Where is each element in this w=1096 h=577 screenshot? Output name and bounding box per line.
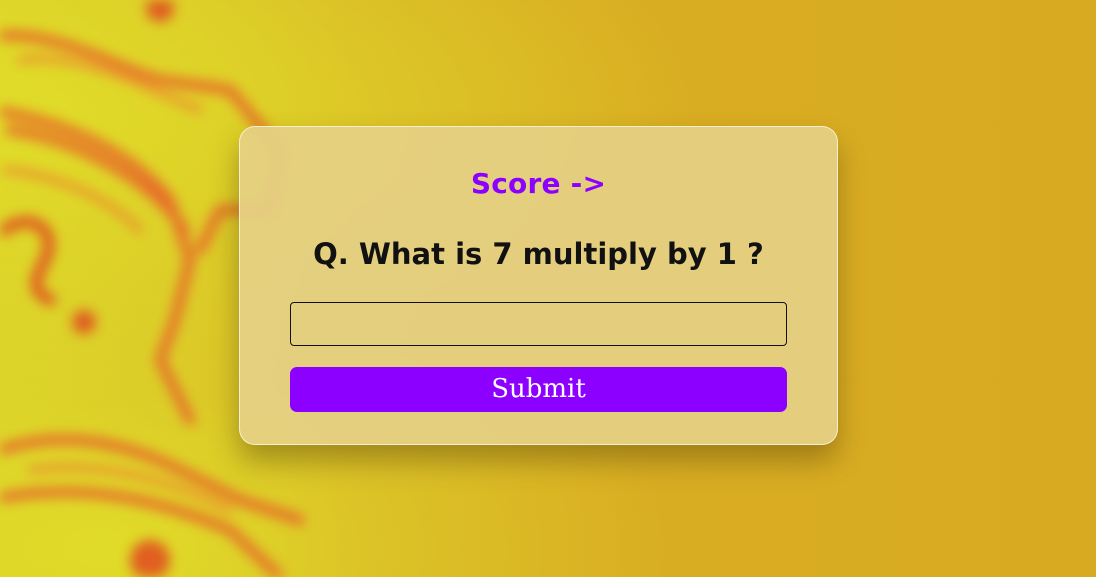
- question-text: Q. What is 7 multiply by 1 ?: [313, 237, 764, 271]
- quiz-card: Score -> Q. What is 7 multiply by 1 ? Su…: [239, 126, 838, 445]
- answer-input[interactable]: [290, 302, 787, 346]
- submit-button[interactable]: Submit: [290, 367, 787, 412]
- score-label: Score ->: [470, 167, 607, 200]
